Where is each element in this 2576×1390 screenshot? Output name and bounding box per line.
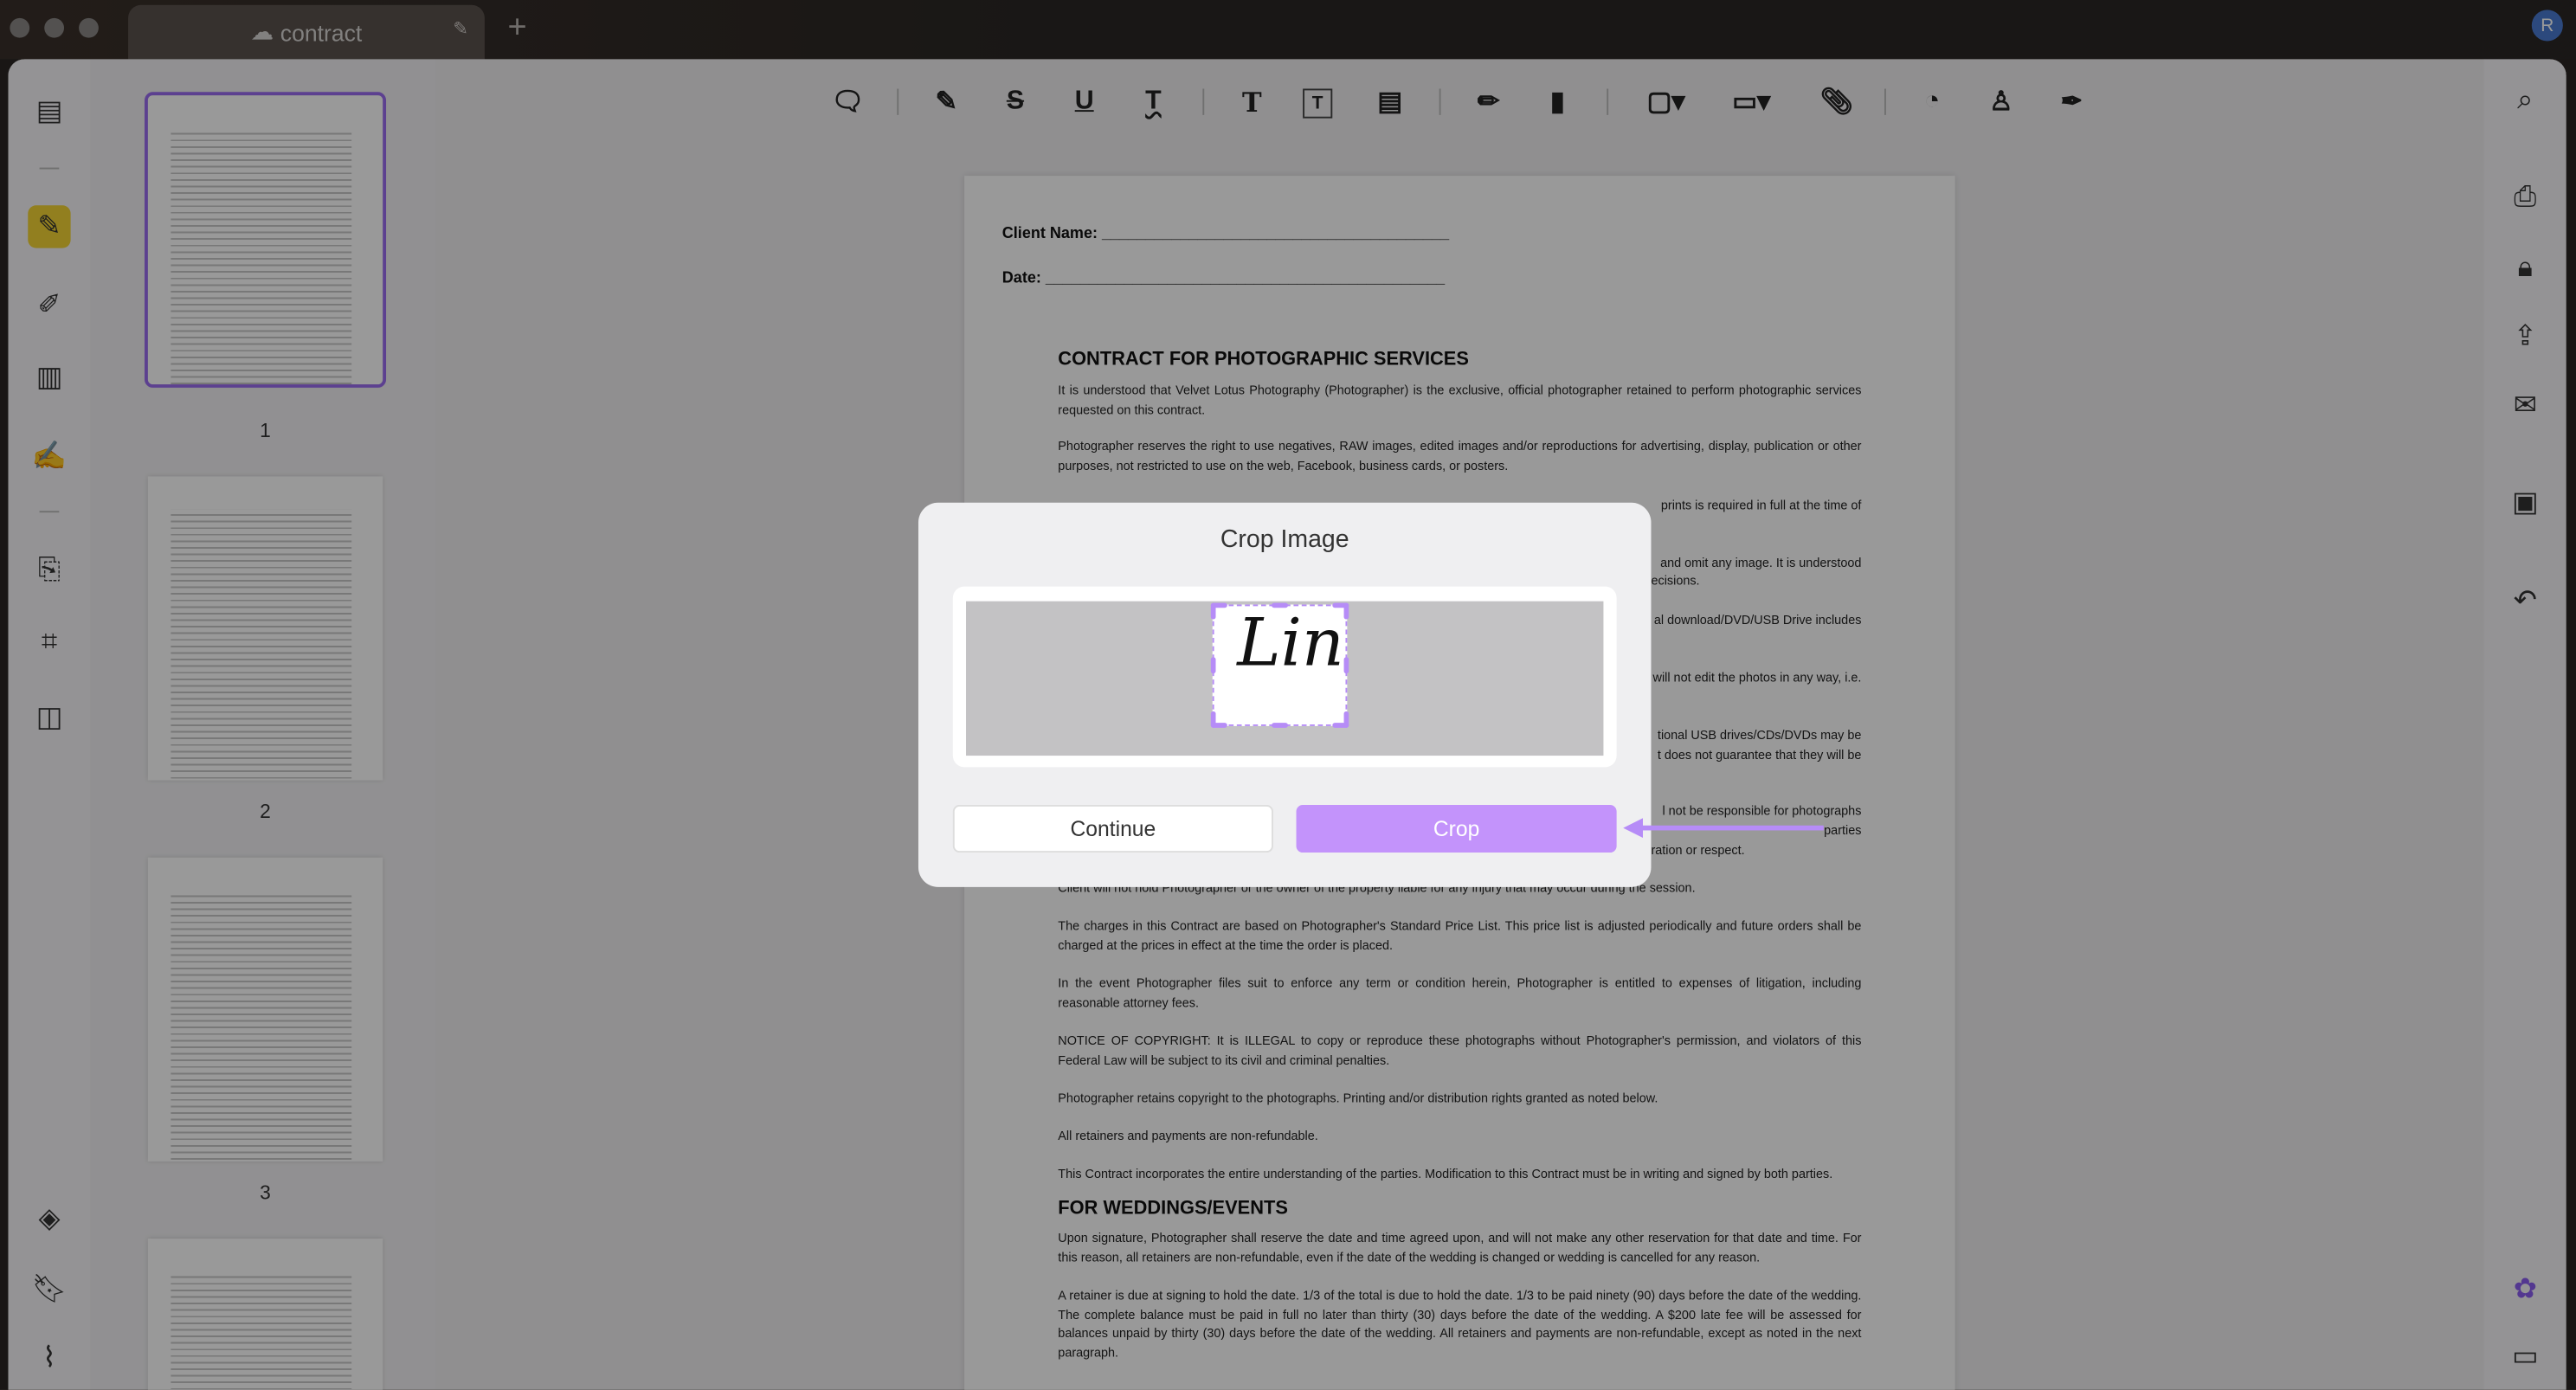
crop-handle[interactable] (1210, 657, 1216, 674)
continue-button[interactable]: Continue (952, 805, 1273, 853)
crop-handle[interactable] (1272, 602, 1289, 608)
image-preview-panel: Lin (952, 586, 1617, 768)
crop-handle[interactable] (1210, 711, 1216, 728)
crop-handle[interactable] (1272, 723, 1289, 728)
crop-handle[interactable] (1210, 602, 1216, 620)
image-canvas: Lin (966, 601, 1604, 756)
crop-handle[interactable] (1343, 602, 1349, 620)
dialog-title: Crop Image (1220, 525, 1349, 554)
crop-image-dialog: Crop Image Lin Continue Crop (918, 502, 1652, 887)
signature-image: Lin (1237, 606, 1344, 682)
crop-button[interactable]: Crop (1296, 805, 1617, 853)
crop-handle[interactable] (1343, 657, 1349, 674)
crop-handle[interactable] (1343, 711, 1349, 728)
pointer-arrow-icon (1623, 818, 1824, 838)
crop-selection[interactable]: Lin (1210, 602, 1349, 728)
